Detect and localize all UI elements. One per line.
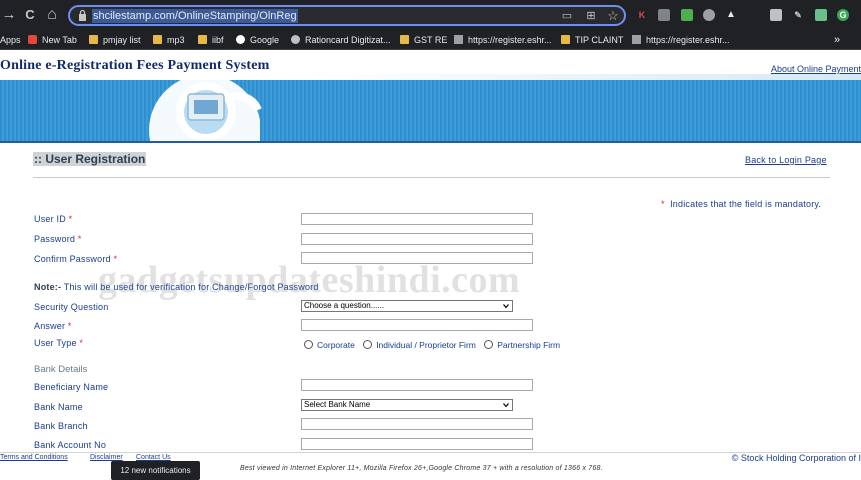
forward-icon: →	[1, 6, 17, 23]
bookmark-register-eshram-2[interactable]: https://register.eshr...	[632, 33, 730, 48]
contact-link[interactable]: Contact Us	[136, 454, 171, 461]
folder-icon	[153, 35, 162, 44]
password-label: Password *	[34, 234, 82, 244]
bookmark-new-tab[interactable]: New Tab	[28, 33, 77, 48]
security-question-label: Security Question	[34, 302, 109, 312]
home-button[interactable]: ⌂	[43, 6, 61, 24]
extension-bookmark-icon[interactable]	[815, 9, 827, 21]
folder-icon	[561, 35, 570, 44]
site-header: Online e-Registration Fees Payment Syste…	[0, 50, 861, 143]
extension-pen-icon[interactable]: ✎	[792, 9, 804, 21]
bookmark-gst-re[interactable]: GST RE	[400, 33, 447, 48]
back-to-login-link[interactable]: Back to Login Page	[745, 155, 827, 165]
newtab-icon	[28, 35, 37, 44]
url-text[interactable]: shcilestamp.com/OnlineStamping/OlnReg	[92, 9, 298, 23]
user-type-partnership[interactable]: Partnership Firm	[484, 340, 560, 350]
doc-icon	[454, 35, 463, 44]
mandatory-note: * Indicates that the field is mandatory.	[661, 199, 822, 209]
password-input[interactable]	[301, 233, 533, 245]
chevron-down-icon	[503, 403, 509, 408]
header-banner	[0, 80, 861, 141]
folder-icon	[400, 35, 409, 44]
browser-toolbar: → C ⌂ shcilestamp.com/OnlineStamping/Oln…	[0, 0, 861, 31]
extension-k-icon[interactable]: K	[636, 9, 648, 21]
answer-label: Answer *	[34, 321, 72, 331]
best-viewed-note: Best viewed in Internet Explorer 11+, Mo…	[240, 465, 603, 472]
disclaimer-link[interactable]: Disclaimer	[90, 454, 123, 461]
bookmark-rationcard[interactable]: Rationcard Digitizat...	[291, 33, 391, 48]
copyright-text: © Stock Holding Corporation of I	[731, 453, 861, 463]
folder-icon	[89, 35, 98, 44]
about-online-payment-link[interactable]: About Online Payment	[771, 64, 861, 74]
bookmarks-bar: Apps New Tab pmjay list mp3 iibf Google …	[0, 31, 861, 50]
bookmark-star-icon[interactable]: ☆	[606, 9, 620, 23]
globe-icon	[291, 35, 300, 44]
bank-branch-label: Bank Branch	[34, 421, 88, 431]
google-icon	[236, 35, 245, 44]
page-title: :: User Registration	[33, 152, 147, 166]
e-logo-icon	[149, 80, 262, 141]
forward-button[interactable]: →	[0, 6, 18, 24]
folder-icon	[198, 35, 207, 44]
user-id-input[interactable]	[301, 213, 533, 225]
bookmarks-overflow-button[interactable]: »	[834, 33, 840, 48]
user-type-label: User Type *	[34, 338, 84, 348]
bookmark-register-eshram-1[interactable]: https://register.eshr...	[454, 33, 552, 48]
bookmark-pmjay-list[interactable]: pmjay list	[89, 33, 141, 48]
bank-account-no-input[interactable]	[301, 438, 533, 450]
user-type-individual[interactable]: Individual / Proprietor Firm	[363, 340, 476, 350]
user-type-radio-group: Corporate Individual / Proprietor Firm P…	[304, 340, 566, 350]
bank-name-label: Bank Name	[34, 402, 83, 412]
bookmark-google[interactable]: Google	[236, 33, 279, 48]
section-divider	[33, 177, 830, 178]
qr-code-icon[interactable]: ⊞	[584, 9, 598, 23]
extension-screenshot-icon[interactable]	[658, 9, 670, 21]
extension-window-icon[interactable]	[770, 9, 782, 21]
address-bar[interactable]: shcilestamp.com/OnlineStamping/OlnReg ▭ …	[68, 5, 626, 26]
chevron-down-icon	[503, 304, 509, 309]
bookmark-apps[interactable]: Apps	[0, 33, 21, 48]
extension-g-icon[interactable]: G	[837, 9, 849, 21]
user-type-corporate[interactable]: Corporate	[304, 340, 355, 350]
beneficiary-name-label: Beneficiary Name	[34, 382, 109, 392]
radio-button[interactable]	[363, 340, 373, 349]
watermark-text: gadgetsupdateshindi.com	[98, 259, 521, 301]
bank-account-no-label: Bank Account No	[34, 440, 107, 450]
bank-name-select[interactable]: Select Bank Name	[301, 399, 513, 411]
registration-form: :: User Registration Back to Login Page …	[0, 143, 861, 452]
user-id-label: User ID *	[34, 214, 73, 224]
bookmark-tip-claint[interactable]: TIP CLAINT	[561, 33, 623, 48]
bookmark-mp3[interactable]: mp3	[153, 33, 185, 48]
reload-icon: C	[25, 7, 35, 22]
extension-cloud-icon[interactable]	[703, 9, 715, 21]
cast-icon[interactable]: ▭	[560, 9, 574, 23]
extension-triangle-icon[interactable]: ▲	[725, 9, 737, 21]
beneficiary-name-input[interactable]	[301, 379, 533, 391]
terms-link[interactable]: Terms and Conditions	[0, 454, 68, 461]
notification-toast[interactable]: 12 new notifications	[111, 461, 200, 480]
extension-green-icon[interactable]	[681, 9, 693, 21]
reload-button[interactable]: C	[21, 6, 39, 24]
radio-button[interactable]	[484, 340, 494, 349]
radio-button[interactable]	[304, 340, 313, 349]
home-icon: ⌂	[47, 6, 57, 23]
site-title: Online e-Registration Fees Payment Syste…	[0, 58, 270, 73]
doc-icon	[632, 35, 641, 44]
lock-icon	[79, 9, 86, 21]
bank-branch-input[interactable]	[301, 418, 533, 430]
answer-input[interactable]	[301, 319, 533, 331]
bank-details-heading: Bank Details	[34, 364, 88, 375]
bookmark-iibf[interactable]: iibf	[198, 33, 224, 48]
